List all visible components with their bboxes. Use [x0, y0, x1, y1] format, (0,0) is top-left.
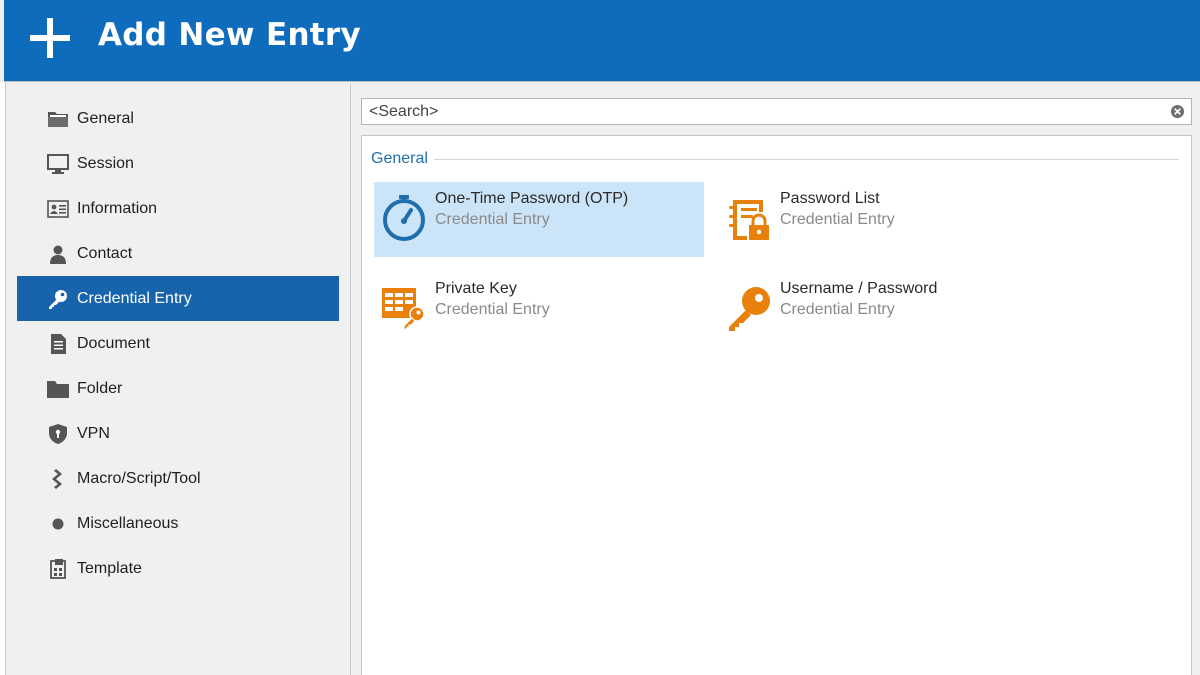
add-new-entry-window: Add New Entry General Session Informatio…	[0, 0, 1200, 675]
shield-lock-icon	[49, 424, 67, 444]
entry-tile-private-key[interactable]: Private Key Credential Entry	[374, 272, 704, 347]
password-list-icon	[729, 200, 769, 240]
sidebar-item-label: Contact	[77, 244, 133, 262]
entry-tile-name: Password List	[780, 190, 880, 207]
script-icon	[52, 469, 62, 489]
entry-tile-type: Credential Entry	[435, 301, 550, 318]
document-icon	[51, 334, 66, 354]
entry-tile-password-list[interactable]: Password List Credential Entry	[719, 182, 1049, 257]
entry-tile-name: One-Time Password (OTP)	[435, 190, 629, 207]
group-header-title: General	[371, 150, 428, 167]
sidebar-item-vpn[interactable]: VPN	[17, 411, 339, 456]
entry-tile-type: Credential Entry	[780, 301, 895, 318]
sidebar-item-label: Credential Entry	[77, 289, 192, 307]
entry-tile-type: Credential Entry	[435, 211, 550, 228]
private-key-icon	[382, 288, 425, 330]
sidebar-item-label: General	[77, 109, 134, 127]
sidebar-item-label: Miscellaneous	[77, 514, 179, 532]
sidebar-item-label: Macro/Script/Tool	[77, 469, 201, 487]
clear-icon[interactable]	[1170, 104, 1185, 119]
group-header-divider	[434, 159, 1179, 160]
sidebar-item-macro-script-tool[interactable]: Macro/Script/Tool	[17, 456, 339, 501]
entry-type-list: General One-Time Password (OTP) Credenti…	[361, 135, 1192, 675]
sidebar-item-label: VPN	[77, 424, 110, 442]
sidebar-item-miscellaneous[interactable]: Miscellaneous	[17, 501, 339, 546]
template-icon	[50, 559, 66, 579]
entry-tile-username-password[interactable]: Username / Password Credential Entry	[719, 272, 1049, 347]
sidebar-item-credential-entry[interactable]: Credential Entry	[17, 276, 339, 321]
sidebar-item-information[interactable]: Information	[17, 186, 339, 231]
id-card-icon	[47, 200, 69, 218]
dot-icon	[52, 518, 64, 530]
entry-tile-otp[interactable]: One-Time Password (OTP) Credential Entry	[374, 182, 704, 257]
sidebar-item-contact[interactable]: Contact	[17, 231, 339, 276]
sidebar-item-label: Document	[77, 334, 150, 352]
sidebar-item-document[interactable]: Document	[17, 321, 339, 366]
entry-tile-name: Private Key	[435, 280, 517, 297]
sidebar-item-general[interactable]: General	[17, 96, 339, 141]
header-bar: Add New Entry	[4, 0, 1200, 82]
sidebar-item-label: Information	[77, 199, 158, 217]
search-box	[361, 98, 1192, 125]
entry-tile-name: Username / Password	[780, 280, 938, 297]
sidebar-item-folder[interactable]: Folder	[17, 366, 339, 411]
monitor-icon	[47, 154, 69, 174]
sidebar-item-label: Template	[77, 559, 142, 577]
page-title: Add New Entry	[98, 17, 362, 53]
folder-open-icon	[48, 112, 68, 127]
person-icon	[50, 245, 66, 264]
category-sidebar: General Session Information Contact Cred…	[6, 84, 351, 675]
sidebar-item-label: Folder	[77, 379, 123, 397]
stopwatch-icon	[383, 195, 425, 241]
sidebar-item-label: Session	[77, 154, 134, 172]
key-icon	[729, 287, 770, 331]
entry-tile-type: Credential Entry	[780, 211, 895, 228]
key-icon	[49, 290, 67, 309]
search-input[interactable]	[362, 99, 1176, 124]
plus-icon	[30, 18, 70, 58]
folder-icon	[47, 381, 69, 398]
sidebar-item-session[interactable]: Session	[17, 141, 339, 186]
sidebar-item-template[interactable]: Template	[17, 546, 339, 591]
